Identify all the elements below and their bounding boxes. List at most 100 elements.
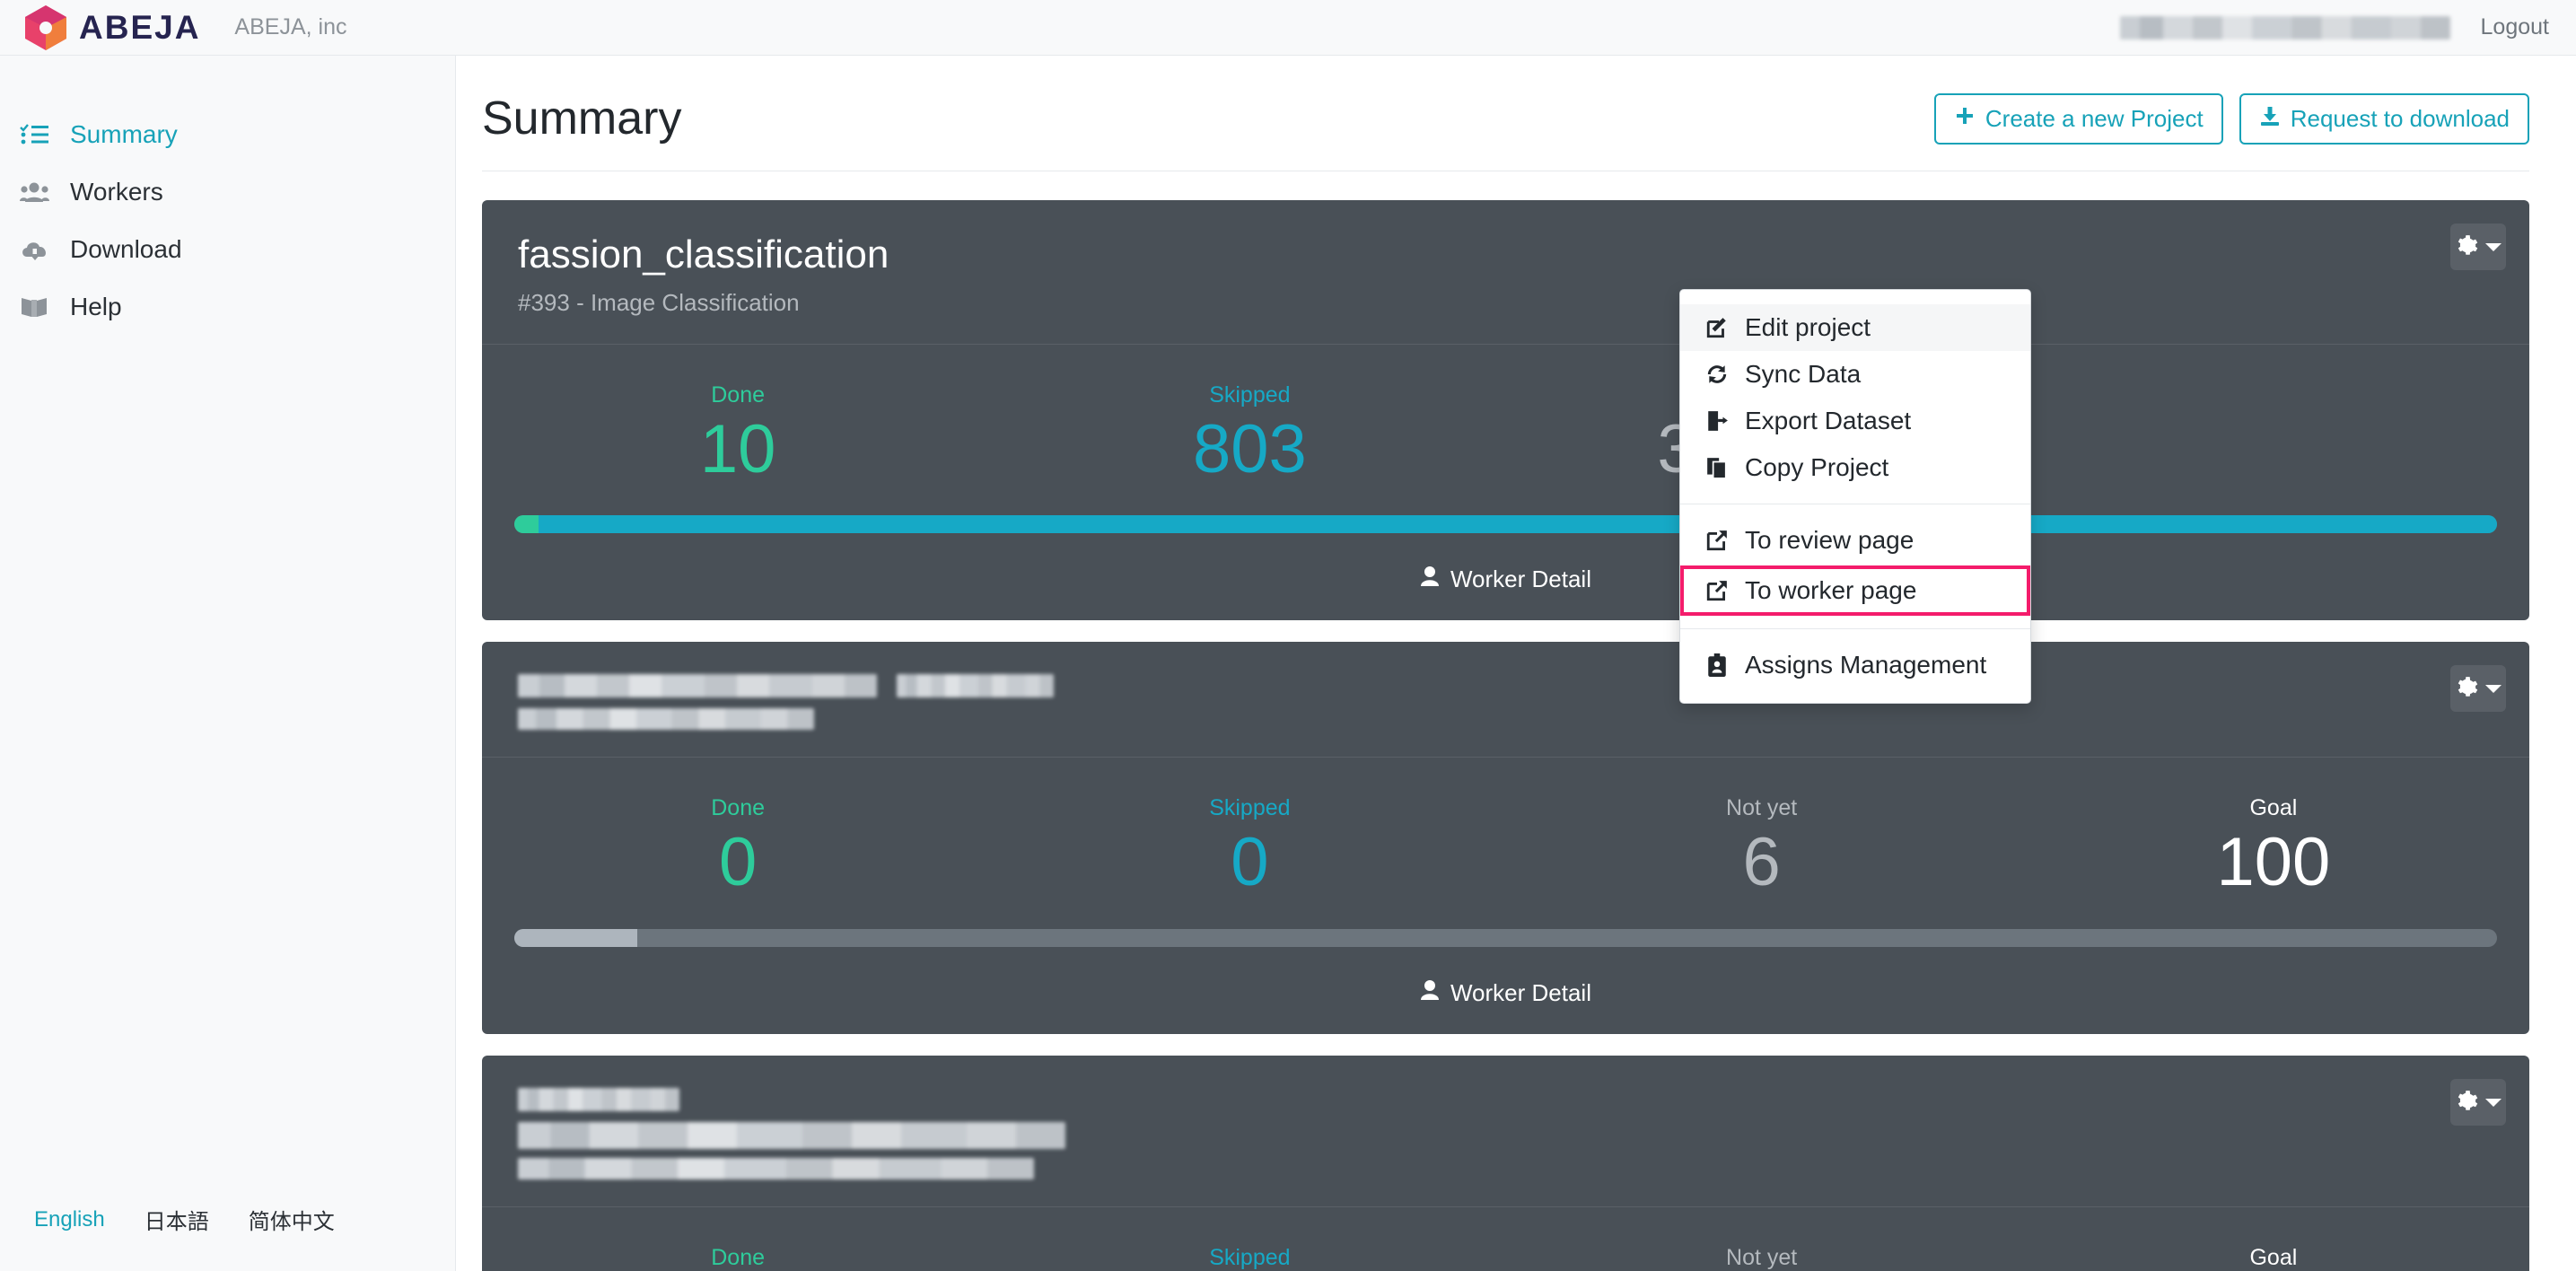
redacted-block: [897, 674, 1054, 698]
project-subtitle-redacted: [518, 708, 814, 731]
gear-icon: [2455, 676, 2478, 702]
sidebar-item-label: Workers: [70, 178, 163, 206]
stat-value: 6: [1742, 824, 1781, 901]
users-icon: [20, 180, 57, 204]
logout-link[interactable]: Logout: [2481, 14, 2549, 40]
stat-label: Not yet: [1726, 795, 1798, 821]
menu-item-label: Assigns Management: [1745, 651, 1987, 679]
person-icon: [1420, 565, 1440, 593]
gear-icon: [2455, 234, 2478, 260]
header-actions: Create a new Project Request to download: [1933, 92, 2529, 145]
top-bar-right: Logout: [2119, 14, 2549, 40]
book-icon: [20, 295, 57, 319]
project-settings-button[interactable]: [2450, 665, 2506, 713]
project-settings-button[interactable]: [2450, 224, 2506, 270]
redacted-block: [518, 674, 877, 698]
worker-detail-label: Worker Detail: [1450, 565, 1591, 593]
language-switcher: English 日本語 简体中文: [0, 1204, 355, 1235]
brand-logo[interactable]: ABEJA: [25, 4, 200, 50]
project-card: Done Skipped Not yet Goal: [482, 1056, 2529, 1271]
project-card-header: [482, 1056, 2529, 1208]
external-link-icon: [1704, 579, 1730, 602]
stat-not-yet: Not yet 6: [1506, 795, 2018, 898]
stat-label: Skipped: [1209, 795, 1291, 821]
create-new-project-label: Create a new Project: [1985, 104, 2204, 132]
create-new-project-button[interactable]: Create a new Project: [1933, 92, 2223, 145]
stat-done: Done: [482, 1245, 994, 1271]
project-settings-dropdown-menu: Edit project Sync Data Export Dataset Co…: [1679, 289, 2031, 704]
sidebar-item-download[interactable]: Download: [0, 221, 455, 278]
external-link-icon: [1704, 529, 1730, 552]
user-name-redacted: [2119, 15, 2450, 39]
project-stats: Done 0 Skipped 0 Not yet 6 Goal 100: [482, 758, 2529, 898]
menu-item-to-worker-page[interactable]: To worker page: [1680, 565, 2030, 616]
edit-square-icon: [1704, 316, 1730, 339]
stat-skipped: Skipped: [994, 1245, 1505, 1271]
id-badge-icon: [1704, 653, 1730, 677]
worker-detail-link[interactable]: Worker Detail: [482, 533, 2529, 620]
stat-value: 10: [699, 410, 776, 487]
project-card-list: fassion_classification #393 - Image Clas…: [457, 171, 2576, 1271]
chevron-down-icon: [2485, 684, 2502, 693]
project-card: Done 0 Skipped 0 Not yet 6 Goal 100 Work…: [482, 642, 2529, 1035]
stat-done: Done 10: [482, 382, 994, 486]
stat-value: 0: [718, 824, 758, 901]
stat-label: Goal: [2249, 1245, 2298, 1271]
request-to-download-button[interactable]: Request to download: [2239, 92, 2529, 145]
sidebar-item-help[interactable]: Help: [0, 278, 455, 336]
menu-separator: [1680, 628, 2030, 629]
sidebar-item-summary[interactable]: Summary: [0, 106, 455, 163]
sidebar-item-label: Summary: [70, 120, 178, 148]
sidebar-item-label: Download: [70, 235, 182, 263]
copy-icon: [1704, 456, 1730, 479]
project-title-redacted: [518, 1088, 2493, 1122]
project-title-redacted: [518, 674, 2493, 708]
language-japanese[interactable]: 日本語: [125, 1204, 229, 1235]
sidebar-item-workers[interactable]: Workers: [0, 163, 455, 221]
organization-name: ABEJA, inc: [234, 14, 347, 39]
chevron-down-icon: [2485, 1098, 2502, 1107]
menu-item-label: To worker page: [1745, 576, 1917, 604]
stat-skipped: Skipped 803: [994, 382, 1505, 486]
project-subtitle-redacted: [518, 1158, 1034, 1180]
menu-item-to-review-page[interactable]: To review page: [1680, 517, 2030, 564]
menu-item-edit-project[interactable]: Edit project: [1680, 304, 2030, 351]
language-english[interactable]: English: [14, 1207, 125, 1232]
menu-item-label: Edit project: [1745, 313, 1871, 341]
top-bar: ABEJA ABEJA, inc Logout: [0, 0, 2576, 56]
menu-item-label: Sync Data: [1745, 360, 1862, 388]
language-chinese[interactable]: 简体中文: [229, 1204, 355, 1235]
request-to-download-label: Request to download: [2290, 104, 2510, 132]
menu-item-assigns-management[interactable]: Assigns Management: [1680, 642, 2030, 688]
stat-value: 0: [1231, 824, 1269, 901]
checklist-icon: [20, 123, 57, 146]
menu-item-export-dataset[interactable]: Export Dataset: [1680, 398, 2030, 444]
project-settings-button[interactable]: [2450, 1079, 2506, 1126]
download-icon: [2259, 105, 2281, 133]
stat-goal: [2018, 382, 2529, 486]
worker-detail-link[interactable]: Worker Detail: [482, 947, 2529, 1034]
stat-label: Goal: [2249, 795, 2298, 821]
project-subtitle: #393 - Image Classification: [518, 288, 800, 316]
sidebar-nav: Summary Workers Download Help: [0, 56, 455, 336]
menu-item-sync-data[interactable]: Sync Data: [1680, 351, 2030, 398]
export-file-icon: [1704, 409, 1730, 433]
menu-item-label: Export Dataset: [1745, 407, 1912, 434]
stat-skipped: Skipped 0: [994, 795, 1505, 898]
plus-icon: [1954, 105, 1976, 133]
stat-label: Not yet: [1726, 1245, 1798, 1271]
progress-grey-segment: [514, 929, 637, 948]
project-stats: Done 10 Skipped 803 Not yet 30,857: [482, 345, 2529, 486]
gear-icon: [2455, 1090, 2478, 1116]
stat-label: Skipped: [1209, 1245, 1291, 1271]
stat-label: Skipped: [1209, 381, 1291, 408]
menu-item-copy-project[interactable]: Copy Project: [1680, 444, 2030, 491]
abeja-hexagon-logo-icon: [25, 4, 66, 50]
progress-bar: [514, 929, 2497, 948]
project-title: fassion_classification: [518, 232, 889, 276]
chevron-down-icon: [2485, 242, 2502, 251]
progress-skipped-segment: [538, 515, 2497, 534]
menu-item-label: Copy Project: [1745, 453, 1889, 481]
project-stats: Done Skipped Not yet Goal: [482, 1207, 2529, 1271]
stat-label: Done: [711, 381, 765, 408]
